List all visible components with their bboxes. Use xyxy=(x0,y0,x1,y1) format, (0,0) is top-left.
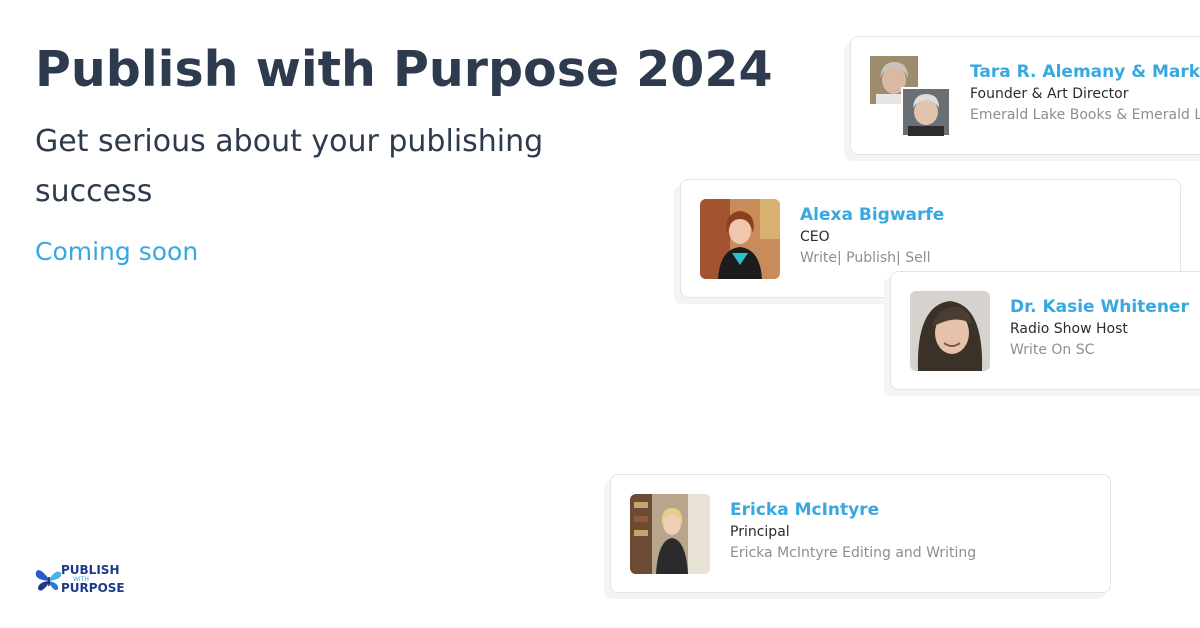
speaker-photo xyxy=(630,494,710,574)
speaker-photo xyxy=(700,199,780,279)
logo-line-purpose: PURPOSE xyxy=(61,581,125,595)
speaker-photo xyxy=(910,291,990,371)
coming-soon-status: Coming soon xyxy=(35,237,199,266)
speaker-card-whitener[interactable]: Dr. Kasie Whitener Radio Show Host Write… xyxy=(890,271,1200,390)
butterfly-icon xyxy=(35,570,62,591)
speaker-photos xyxy=(870,56,950,136)
speaker-name: Tara R. Alemany & Mark Gerber xyxy=(970,62,1200,82)
speaker-name: Ericka McIntyre xyxy=(730,500,880,520)
speaker-card-mcintyre[interactable]: Ericka McIntyre Principal Ericka McIntyr… xyxy=(610,474,1111,593)
page-subtitle: Get serious about your publishing succes… xyxy=(35,124,544,209)
speaker-role: Radio Show Host xyxy=(1010,321,1128,337)
speaker-name: Alexa Bigwarfe xyxy=(800,205,945,225)
speaker-role: Principal xyxy=(730,524,790,540)
speaker-organization: Write On SC xyxy=(1010,342,1095,358)
speaker-role: Founder & Art Director xyxy=(970,86,1129,102)
speaker-card-alemany-gerber[interactable]: Tara R. Alemany & Mark Gerber Founder & … xyxy=(850,36,1200,155)
speaker-organization: Write| Publish| Sell xyxy=(800,250,931,266)
speaker-role: CEO xyxy=(800,229,830,245)
speaker-name: Dr. Kasie Whitener xyxy=(1010,297,1189,317)
speaker-organization: Ericka McIntyre Editing and Writing xyxy=(730,545,977,561)
speaker-organization: Emerald Lake Books & Emerald Lake Design xyxy=(970,107,1200,123)
logo-line-publish: PUBLISH xyxy=(61,563,120,577)
page-title: Publish with Purpose 2024 xyxy=(35,41,773,98)
publish-with-purpose-logo[interactable]: PUBLISH WITH PURPOSE xyxy=(35,563,125,595)
